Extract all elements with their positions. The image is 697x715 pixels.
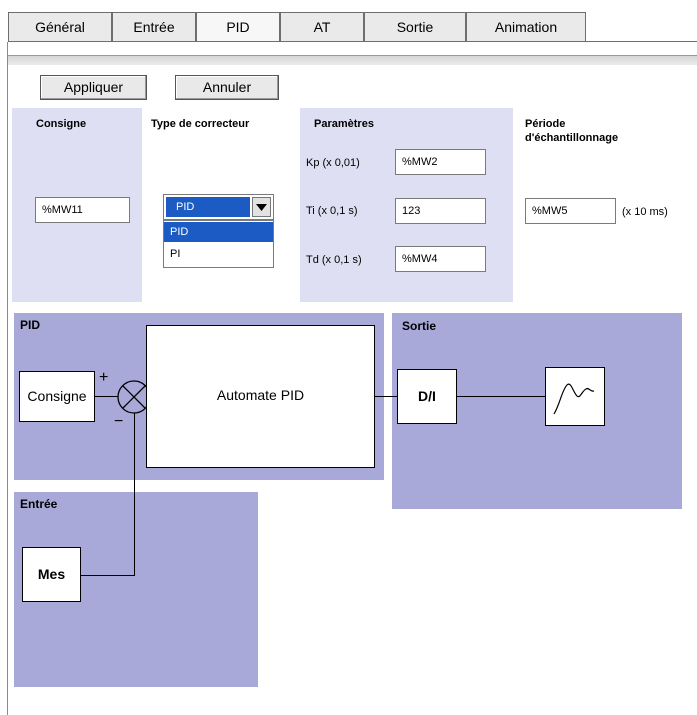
- corrector-type-select[interactable]: PID: [163, 194, 274, 220]
- wire-controller-to-da: [374, 396, 398, 397]
- tab-input[interactable]: Entrée: [112, 12, 196, 42]
- setpoint-header: Consigne: [36, 118, 87, 130]
- toolbar-band: [8, 55, 697, 65]
- sampling-input[interactable]: %MW5: [525, 198, 616, 224]
- ti-label: Ti (x 0,1 s): [306, 205, 358, 217]
- tab-at[interactable]: AT: [280, 12, 364, 42]
- sampling-unit-label: (x 10 ms): [622, 206, 668, 218]
- sampling-header-line1: Période: [525, 118, 566, 130]
- wire-feedback-vertical: [134, 413, 135, 576]
- minus-sign: −: [114, 413, 124, 430]
- da-converter-block[interactable]: D/I: [397, 369, 457, 424]
- input-section-title: Entrée: [20, 497, 58, 511]
- wire-da-to-output: [456, 396, 545, 397]
- step-response-icon: [553, 383, 595, 415]
- tabbar-divider: [8, 41, 697, 42]
- tab-animation[interactable]: Animation: [466, 12, 586, 42]
- tab-output[interactable]: Sortie: [364, 12, 466, 42]
- setpoint-input[interactable]: %MW11: [35, 197, 130, 223]
- td-input[interactable]: %MW4: [395, 246, 486, 272]
- wire-setpoint-to-sum: [94, 396, 118, 397]
- option-pid[interactable]: PID: [164, 222, 273, 242]
- option-pi[interactable]: PI: [164, 244, 273, 264]
- parameters-header: Paramètres: [314, 118, 374, 130]
- wire-measure-feedback: [80, 575, 135, 576]
- pid-controller-block[interactable]: Automate PID: [146, 325, 375, 468]
- chevron-down-icon: [256, 204, 267, 211]
- corrector-selected-value: PID: [166, 197, 250, 217]
- window-left-border: [7, 42, 8, 715]
- tab-pid[interactable]: PID: [196, 12, 280, 42]
- setpoint-block[interactable]: Consigne: [19, 371, 95, 422]
- cancel-button[interactable]: Annuler: [175, 75, 279, 100]
- tab-general[interactable]: Général: [8, 12, 112, 42]
- ti-input[interactable]: 123: [395, 198, 486, 224]
- corrector-options-list: PID PI: [163, 220, 274, 268]
- kp-label: Kp (x 0,01): [306, 157, 360, 169]
- apply-button[interactable]: Appliquer: [40, 75, 147, 100]
- dropdown-arrow-button[interactable]: [252, 197, 271, 217]
- kp-input[interactable]: %MW2: [395, 149, 486, 175]
- output-section-title: Sortie: [402, 319, 437, 333]
- td-label: Td (x 0,1 s): [306, 254, 362, 266]
- output-response-block[interactable]: [545, 367, 605, 426]
- corrector-type-header: Type de correcteur: [151, 118, 250, 130]
- pid-section-title: PID: [20, 318, 41, 332]
- sampling-header-line2: d'échantillonnage: [525, 132, 619, 144]
- measure-block[interactable]: Mes: [22, 547, 81, 602]
- plus-sign: +: [99, 369, 109, 386]
